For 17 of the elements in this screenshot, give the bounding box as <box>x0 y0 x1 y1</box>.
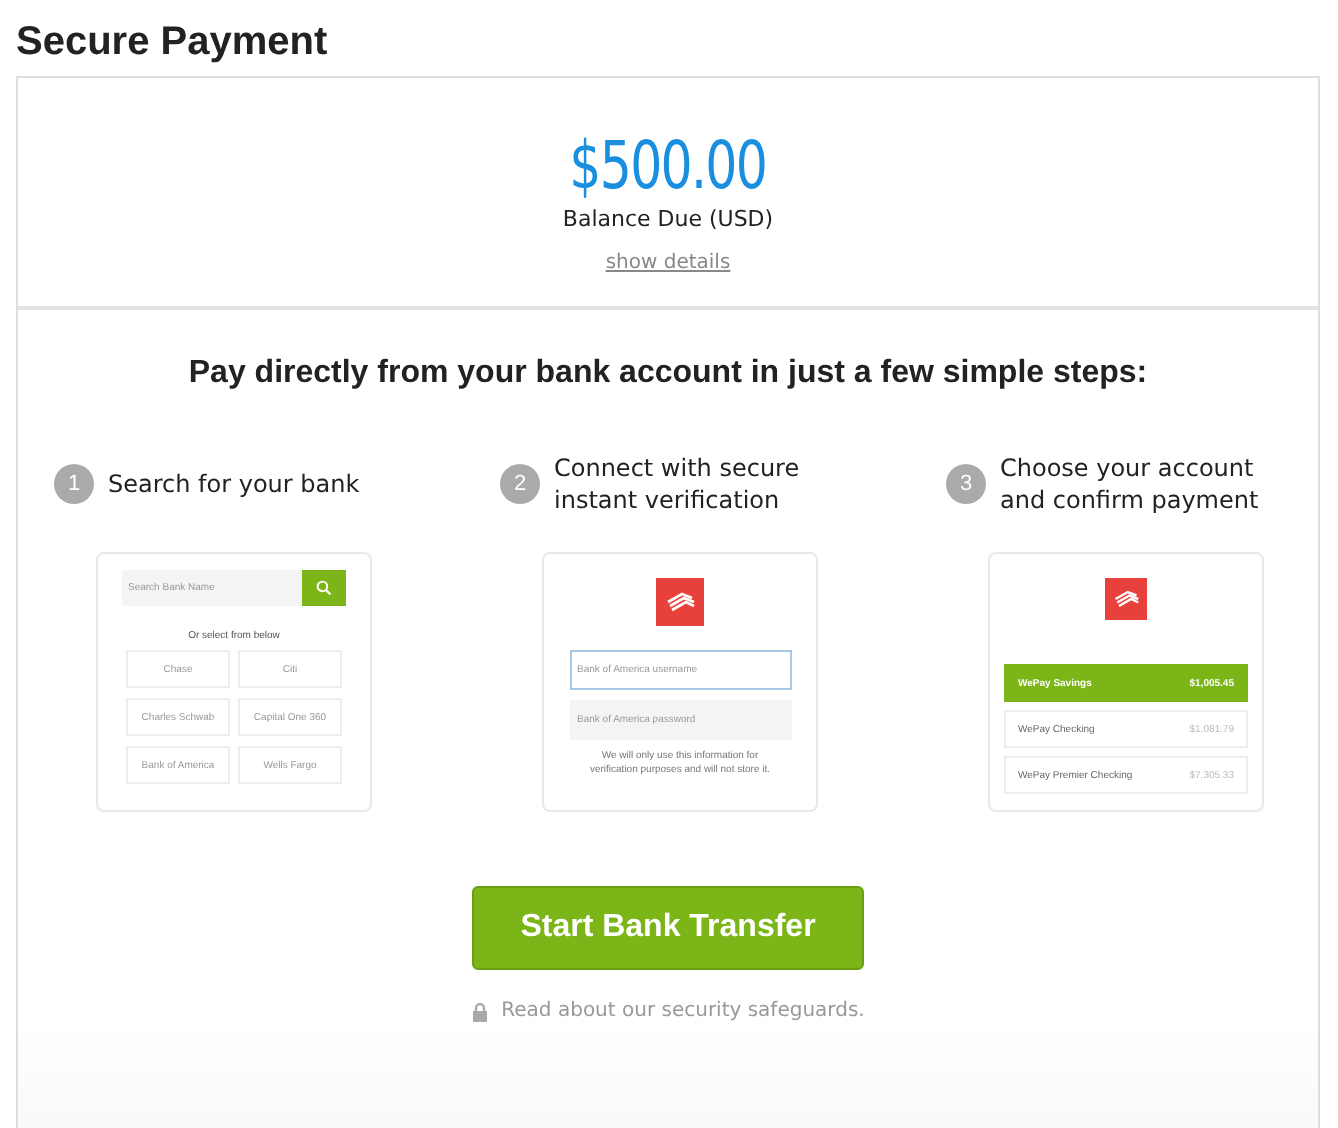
step-text: Search for your bank <box>108 468 360 500</box>
search-icon <box>316 580 332 596</box>
step-text: Connect with secure instant verification <box>554 452 802 516</box>
page-title: Secure Payment <box>16 18 330 68</box>
start-transfer-button[interactable]: Start Bank Transfer <box>472 886 864 970</box>
step-number: 2 <box>500 464 540 504</box>
show-details-link[interactable]: show details <box>605 252 731 274</box>
step-text: Choose your account and confirm payment <box>1000 452 1261 516</box>
lock-icon <box>471 1001 488 1021</box>
bank-logo <box>1102 578 1150 620</box>
amount-label: Balance Due (USD) <box>562 206 774 232</box>
amount: $500.00 <box>569 130 767 202</box>
step-number: 3 <box>946 464 986 504</box>
security-link[interactable]: Read about our security safeguards. <box>501 1000 865 1022</box>
steps-heading: Pay directly from your bank account in just a few simple steps: <box>188 356 1148 392</box>
step-number: 1 <box>54 464 94 504</box>
bank-logo <box>656 578 704 626</box>
